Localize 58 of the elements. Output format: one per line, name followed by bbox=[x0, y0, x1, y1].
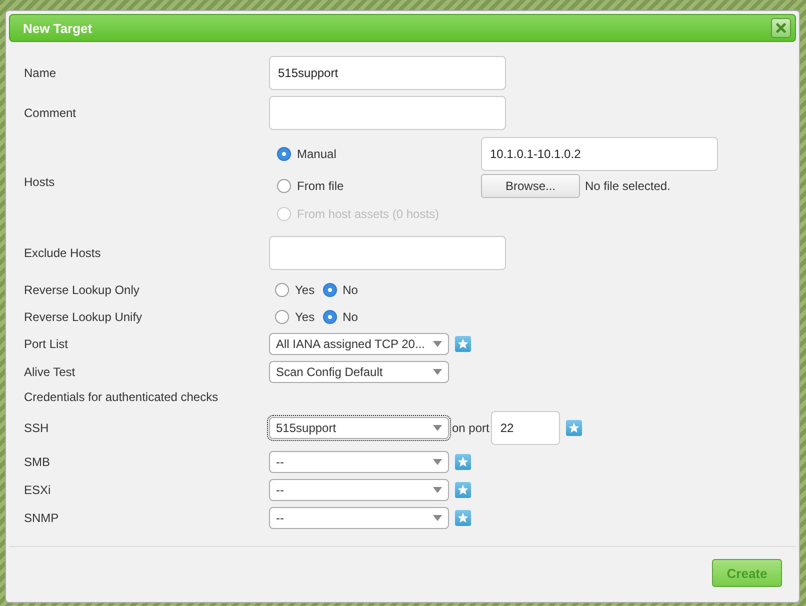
new-credential-button[interactable] bbox=[455, 510, 471, 526]
caret-icon bbox=[433, 369, 442, 375]
star-icon bbox=[568, 422, 580, 434]
text-field[interactable] bbox=[269, 96, 506, 130]
close-button[interactable] bbox=[771, 18, 791, 38]
star-icon bbox=[457, 456, 469, 468]
field-label: Alive Test bbox=[24, 365, 76, 379]
star-icon bbox=[457, 484, 469, 496]
caret-icon bbox=[433, 515, 442, 521]
star-icon bbox=[457, 338, 469, 350]
radio-label: Yes bbox=[295, 282, 315, 296]
radio-button[interactable] bbox=[322, 310, 337, 324]
port-label: on port bbox=[452, 421, 490, 435]
section-heading: Credentials for authenticated checks bbox=[24, 390, 218, 404]
window-title: New Target bbox=[23, 20, 92, 36]
radio-label: Yes bbox=[295, 310, 315, 324]
dropdown[interactable]: Scan Config Default bbox=[269, 361, 449, 383]
dropdown[interactable]: 515support bbox=[269, 417, 449, 439]
file-status: No file selected. bbox=[585, 179, 670, 193]
field-label: Port List bbox=[24, 337, 68, 351]
radio-label: No bbox=[342, 282, 358, 296]
field-label: Comment bbox=[24, 106, 76, 120]
field-label: Exclude Hosts bbox=[24, 246, 101, 260]
field-label: ESXi bbox=[24, 483, 51, 497]
field-label: SSH bbox=[24, 421, 49, 435]
text-field[interactable] bbox=[269, 236, 506, 270]
caret-icon bbox=[433, 341, 442, 347]
caret-icon bbox=[433, 425, 442, 431]
radio-button[interactable] bbox=[275, 310, 289, 324]
radio-button[interactable] bbox=[275, 282, 289, 296]
field-label: SNMP bbox=[24, 511, 59, 525]
new-credential-button[interactable] bbox=[455, 482, 471, 498]
close-icon bbox=[776, 23, 786, 33]
field-label: SMB bbox=[24, 455, 50, 469]
field-label: Hosts bbox=[24, 175, 55, 189]
radio-label: No bbox=[342, 310, 358, 324]
radio-button[interactable] bbox=[277, 147, 291, 161]
field-label: Reverse Lookup Only bbox=[24, 282, 140, 296]
caret-icon bbox=[433, 459, 442, 465]
new-credential-button[interactable] bbox=[455, 454, 471, 470]
browse-button[interactable]: Browse... bbox=[481, 174, 580, 198]
dropdown[interactable]: -- bbox=[269, 451, 449, 473]
radio-label: From file bbox=[297, 179, 344, 193]
star-icon bbox=[457, 512, 469, 524]
field-label: Reverse Lookup Unify bbox=[24, 310, 142, 324]
new-credential-button[interactable] bbox=[455, 336, 471, 352]
dropdown[interactable]: -- bbox=[269, 507, 449, 529]
radio-button[interactable] bbox=[322, 282, 337, 296]
radio-button[interactable] bbox=[277, 179, 291, 193]
text-field[interactable]: 515support bbox=[269, 56, 506, 90]
field-label: Name bbox=[24, 66, 56, 80]
dropdown[interactable]: -- bbox=[269, 479, 449, 501]
dropdown[interactable]: All IANA assigned TCP 20... bbox=[269, 333, 449, 355]
port-field[interactable]: 22 bbox=[491, 411, 560, 445]
hosts-field[interactable]: 10.1.0.1-10.1.0.2 bbox=[481, 137, 718, 171]
radio-label: Manual bbox=[297, 147, 336, 161]
caret-icon bbox=[433, 487, 442, 493]
new-credential-button[interactable] bbox=[566, 420, 582, 436]
